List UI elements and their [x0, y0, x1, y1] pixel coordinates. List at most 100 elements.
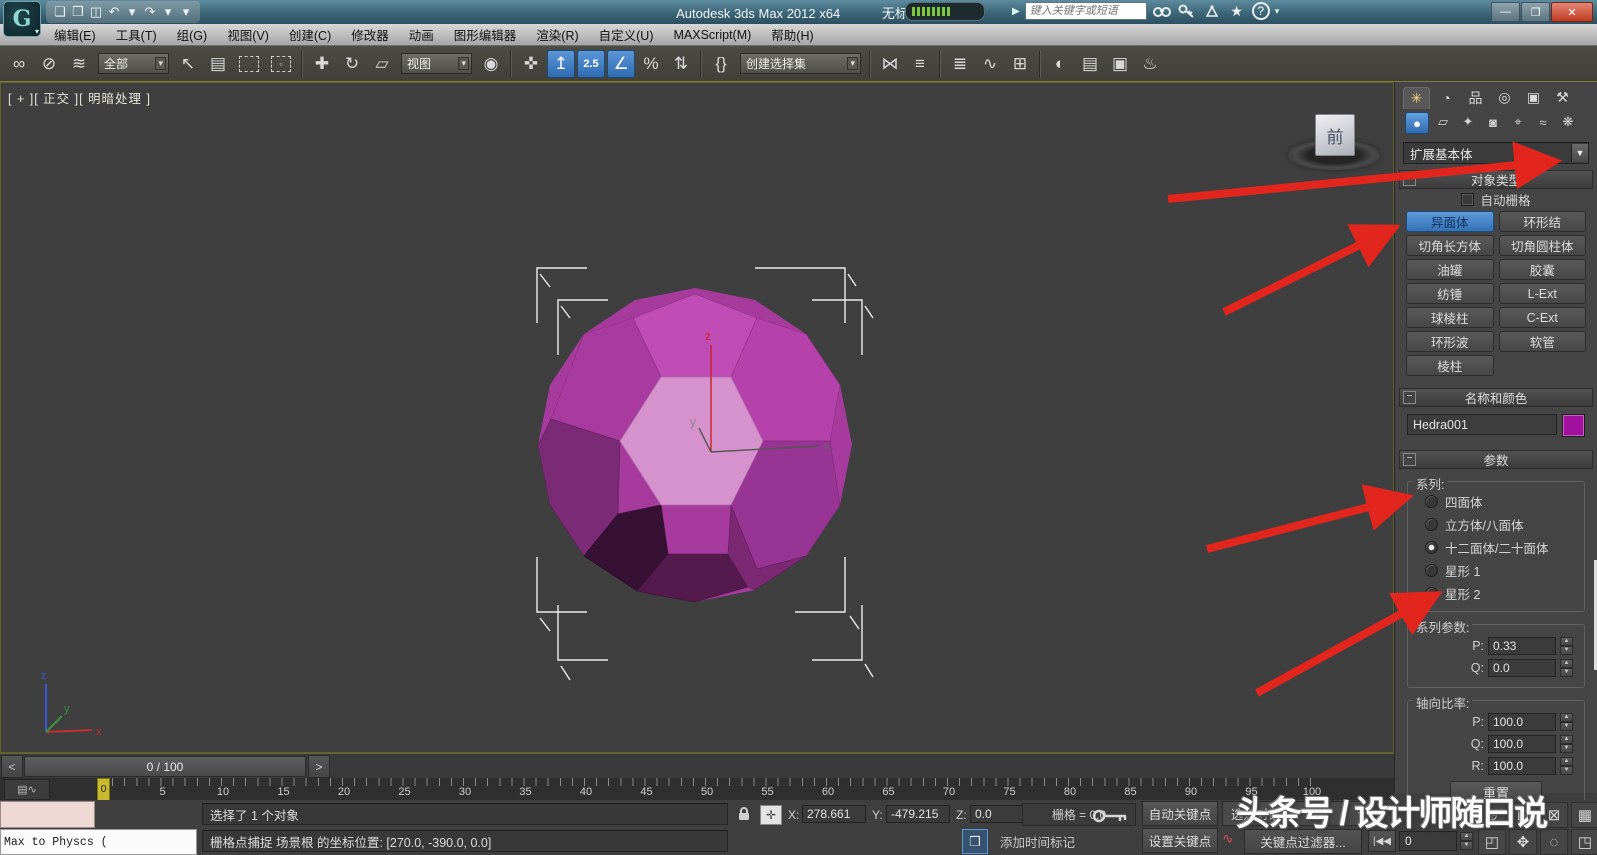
subscription-key-icon[interactable]	[1177, 2, 1197, 20]
object-type-button[interactable]: 胶囊	[1498, 259, 1586, 280]
menu-item[interactable]: 自定义(U)	[589, 25, 664, 44]
menu-item[interactable]: 帮助(H)	[761, 25, 823, 44]
auto-key-button[interactable]: 自动关键点	[1142, 801, 1218, 826]
cat-spacewarps-icon[interactable]: ≈	[1532, 112, 1554, 132]
bind-to-space-warp-icon[interactable]: ≋	[65, 50, 93, 78]
radio-option[interactable]: 四面体	[1413, 490, 1579, 513]
axis-p-spinner[interactable]: ▲ ▼	[1560, 713, 1573, 731]
minimize-button[interactable]: —	[1491, 2, 1520, 22]
cat-cameras-icon[interactable]: ◙	[1482, 112, 1504, 132]
selection-lock-icon[interactable]	[736, 806, 752, 822]
zoom-region-icon[interactable]: ◰	[1478, 829, 1506, 855]
select-and-move-icon[interactable]: ✚	[308, 50, 336, 78]
close-button[interactable]: ✕	[1551, 2, 1593, 22]
orbit-icon[interactable]: ◌	[1540, 829, 1568, 855]
spinner-snap-icon[interactable]: ⇅	[667, 50, 695, 78]
app-logo[interactable]: G ▾	[3, 1, 41, 37]
favorites-star-icon[interactable]: ★	[1227, 2, 1247, 20]
collapse-icon[interactable]: −	[1403, 391, 1416, 404]
reference-coordinate-dropdown[interactable]: 视图 ▾	[401, 53, 472, 74]
mirror-icon[interactable]: ⋈	[876, 50, 904, 78]
zoom-extents-all-icon[interactable]: ▦	[1571, 802, 1597, 828]
object-color-swatch[interactable]	[1562, 414, 1585, 437]
select-and-manipulate-icon[interactable]: ✜	[517, 50, 545, 78]
viewport[interactable]: [ + ][ 正交 ][ 明暗处理 ] z x y z x y 前	[0, 82, 1394, 753]
use-pivot-center-icon[interactable]: ◉	[477, 50, 505, 78]
redo-icon[interactable]: ↷	[142, 3, 158, 21]
cat-helpers-icon[interactable]: ⌖	[1507, 112, 1529, 132]
current-frame-field[interactable]: 0	[1398, 831, 1457, 851]
axis-r-field[interactable]: 100.0	[1488, 757, 1556, 775]
p-spinner[interactable]: ▲ ▼	[1560, 637, 1573, 655]
hedra-object[interactable]	[537, 288, 852, 603]
object-type-button[interactable]: 球棱柱	[1406, 307, 1494, 328]
unlink-selection-icon[interactable]: ⊘	[35, 50, 63, 78]
object-type-button[interactable]: 环形结	[1498, 211, 1586, 232]
maxscript-mini-listener[interactable]	[0, 801, 95, 828]
percent-snap-icon[interactable]: %	[637, 50, 665, 78]
menu-item[interactable]: 创建(C)	[279, 25, 341, 44]
object-type-button[interactable]: 切角长方体	[1406, 235, 1494, 256]
mini-curve-editor-icon[interactable]: ▤∿	[4, 779, 50, 800]
axis-r-spinner[interactable]: ▲ ▼	[1560, 757, 1573, 775]
selection-filter-dropdown[interactable]: 全部 ▾	[98, 53, 169, 74]
menu-item[interactable]: 渲染(R)	[526, 25, 588, 44]
menu-item[interactable]: 组(G)	[167, 25, 218, 44]
undo-icon[interactable]: ↶	[106, 3, 122, 21]
set-key-curve-icon[interactable]: ∿	[1222, 830, 1234, 847]
search-binoculars-icon[interactable]	[1152, 2, 1172, 20]
render-setup-icon[interactable]: ▤	[1076, 50, 1104, 78]
tab-create-icon[interactable]: ✳	[1403, 87, 1430, 109]
object-type-button[interactable]: 油罐	[1406, 259, 1494, 280]
material-editor-icon[interactable]: ◐	[1046, 50, 1074, 78]
viewcube[interactable]: 前	[1282, 110, 1386, 172]
next-frame-button[interactable]: >	[308, 755, 330, 778]
tab-hierarchy-icon[interactable]: 品	[1463, 87, 1488, 108]
new-file-icon[interactable]: ❏	[52, 3, 68, 21]
object-type-button[interactable]: L-Ext	[1498, 283, 1586, 304]
rendered-frame-icon[interactable]: ▣	[1106, 50, 1134, 78]
previous-frame-button[interactable]: <	[1, 755, 23, 778]
p-value-field[interactable]: 0.33	[1488, 637, 1556, 655]
axis-q-field[interactable]: 100.0	[1488, 735, 1556, 753]
edit-named-sets-icon[interactable]: {}	[707, 50, 735, 78]
x-coord-field[interactable]: 278.661	[802, 805, 866, 823]
search-input[interactable]	[1024, 2, 1147, 20]
frame-spinner[interactable]: ▲ ▼	[1459, 832, 1473, 850]
time-marker[interactable]: 0	[97, 778, 110, 801]
select-by-name-icon[interactable]: ▤	[204, 50, 232, 78]
object-type-button[interactable]: 软管	[1498, 331, 1586, 352]
help-icon[interactable]: ?	[1251, 2, 1270, 20]
track-bar[interactable]: ▤∿ 0 5 10 15 20 25 30 35 40 45 50 55 60 65 70 75 80 85 90…	[0, 778, 1394, 801]
select-and-rotate-icon[interactable]: ↻	[338, 50, 366, 78]
y-coord-field[interactable]: -479.215	[886, 805, 950, 823]
infocenter-toggle-icon[interactable]: ▶	[1012, 6, 1020, 17]
menu-item[interactable]: 图形编辑器	[444, 25, 527, 44]
named-sets-dropdown[interactable]: 创建选择集 ▾	[740, 53, 861, 74]
help-dropdown-icon[interactable]: ▾	[1275, 6, 1280, 17]
radio-option[interactable]: 立方体/八面体	[1413, 513, 1579, 536]
add-time-tag[interactable]: 添加时间标记	[1000, 832, 1075, 851]
absolute-mode-icon[interactable]: ✛	[760, 805, 782, 825]
menu-item[interactable]: 动画	[399, 25, 444, 44]
undo-dropdown-icon[interactable]: ▾	[124, 3, 140, 21]
radio-option[interactable]: 星形 2	[1413, 582, 1579, 605]
qat-menu-icon[interactable]: ▾	[178, 3, 194, 21]
restore-button[interactable]: ❐	[1521, 2, 1550, 22]
cat-shapes-icon[interactable]: ▱	[1432, 112, 1454, 132]
viewcube-front-face[interactable]: 前	[1315, 114, 1355, 156]
snaps-toggle-icon[interactable]: 2.5	[577, 49, 605, 78]
set-key-button[interactable]: 设置关键点	[1142, 828, 1218, 853]
pan-icon[interactable]: ✥	[1509, 829, 1537, 855]
object-type-button[interactable]: 异面体	[1406, 211, 1494, 232]
object-type-button[interactable]: C-Ext	[1498, 307, 1586, 328]
object-type-button[interactable]: 切角圆柱体	[1498, 235, 1586, 256]
menu-item[interactable]: 编辑(E)	[44, 25, 106, 44]
maximize-viewport-icon[interactable]: ◳	[1571, 829, 1597, 855]
menu-item[interactable]: MAXScript(M)	[664, 28, 762, 42]
schematic-view-icon[interactable]: ⊞	[1006, 50, 1034, 78]
object-type-button[interactable]: 环形波	[1406, 331, 1494, 352]
axis-q-spinner[interactable]: ▲ ▼	[1560, 735, 1573, 753]
isolate-selection-icon[interactable]: ❒	[962, 829, 988, 854]
q-spinner[interactable]: ▲ ▼	[1560, 659, 1573, 677]
